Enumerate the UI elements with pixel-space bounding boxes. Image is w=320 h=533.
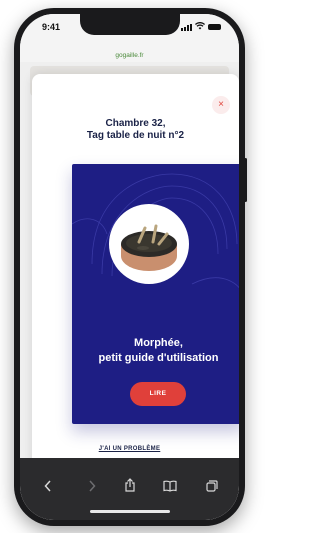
card-heading: Morphée, petit guide d'utilisation [72,336,239,366]
card-heading-subtitle: petit guide d'utilisation [98,352,219,364]
modal-title-tag: Tag table de nuit n°2 [86,130,185,141]
back-button[interactable] [36,478,60,498]
forward-button[interactable] [80,478,104,498]
share-button[interactable] [118,478,142,498]
browser-toolbar [20,458,239,520]
phone-frame: 9:41 gogaille.fr × Chambre 32, Tag table… [14,8,247,526]
phone-notch [80,14,180,35]
address-bar[interactable]: gogaille.fr [20,44,239,62]
battery-icon [208,24,221,30]
status-icons [181,21,221,32]
bookmarks-button[interactable] [158,478,182,498]
wifi-icon [195,21,205,32]
guide-card: Morphée, petit guide d'utilisation LIRE [72,164,239,424]
book-icon [163,480,177,495]
read-button[interactable]: LIRE [130,382,186,406]
chevron-right-icon [88,480,96,495]
phone-side-button [244,158,247,202]
close-icon: × [218,99,224,110]
diffuser-illustration [121,224,177,271]
close-button[interactable]: × [212,96,230,114]
tabs-button[interactable] [200,478,224,498]
product-image [109,204,189,284]
card-heading-name: Morphée, [134,337,183,349]
modal-title: Chambre 32, Tag table de nuit n°2 [32,118,239,142]
tabs-icon [206,480,218,495]
signal-icon [181,23,192,31]
url-text[interactable]: gogaille.fr [115,52,143,59]
chevron-left-icon [44,480,52,495]
status-time: 9:41 [42,22,61,32]
modal-title-room: Chambre 32, [105,118,166,129]
problem-link[interactable]: J'AI UN PROBLÈME [20,446,239,452]
phone-screen: 9:41 gogaille.fr × Chambre 32, Tag table… [20,14,239,520]
share-icon [124,478,136,495]
home-indicator [90,510,170,513]
